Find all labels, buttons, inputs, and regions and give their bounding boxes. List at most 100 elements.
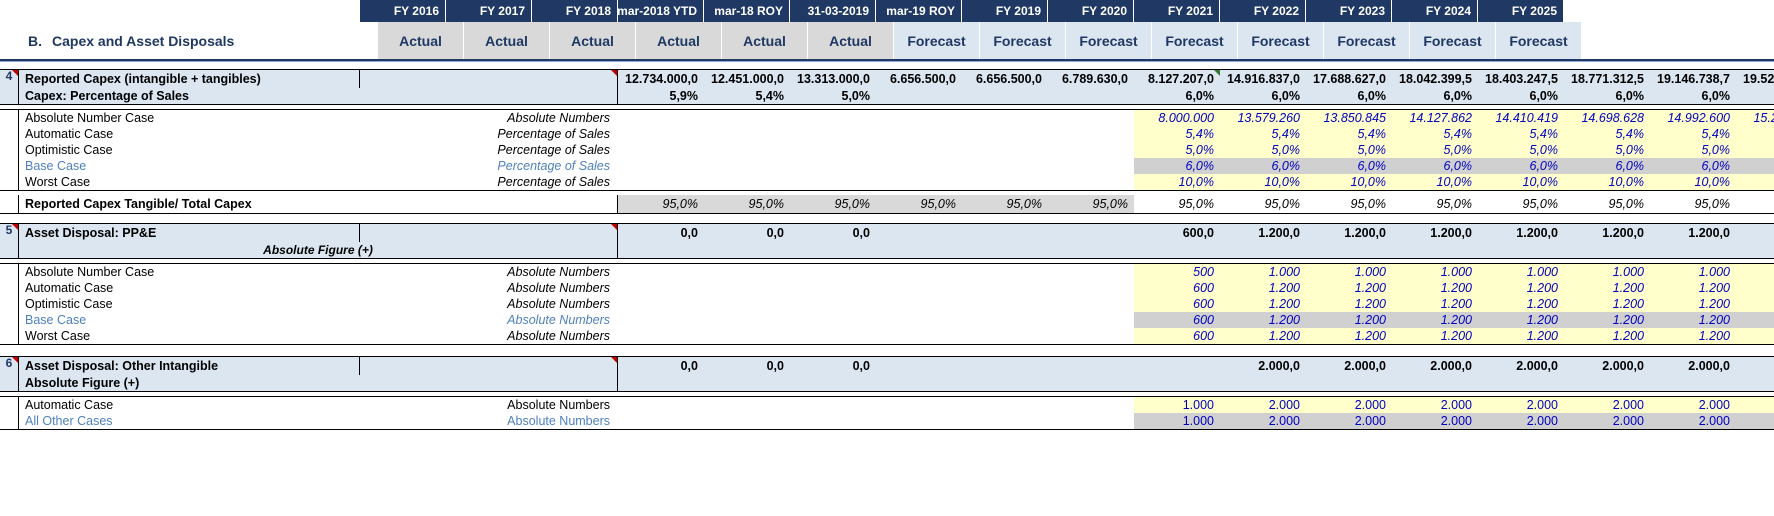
cell[interactable]: 5,4%	[1220, 126, 1306, 142]
cell[interactable]: 5,4%	[704, 88, 790, 104]
cell[interactable]: 1.200,0	[1736, 224, 1774, 242]
cell[interactable]	[1564, 375, 1650, 391]
cell[interactable]	[618, 280, 704, 296]
cell[interactable]: 1.200	[1220, 328, 1306, 344]
period-header-fy-2022[interactable]: FY 2022	[1220, 0, 1306, 22]
cell[interactable]: 1.200	[1650, 328, 1736, 344]
cell[interactable]	[1048, 174, 1134, 190]
cell[interactable]	[704, 397, 790, 413]
cell[interactable]: 2.000,0	[1392, 357, 1478, 375]
cell[interactable]	[876, 126, 962, 142]
cell[interactable]	[790, 110, 876, 126]
cell[interactable]	[1134, 357, 1220, 375]
cell[interactable]: 5,0%	[1564, 142, 1650, 158]
cell[interactable]	[1736, 242, 1774, 258]
cell[interactable]: 2.000	[1392, 397, 1478, 413]
cell[interactable]: 2.000,0	[1650, 357, 1736, 375]
cell[interactable]	[618, 158, 704, 174]
cell[interactable]: 1.200	[1564, 296, 1650, 312]
cell[interactable]: 1.000	[1564, 264, 1650, 280]
cell[interactable]: 0,0	[790, 357, 876, 375]
cell[interactable]: 2.000	[1220, 413, 1306, 429]
cell[interactable]	[876, 88, 962, 104]
cell[interactable]	[962, 242, 1048, 258]
cell[interactable]	[1048, 126, 1134, 142]
scenario-row-base-case[interactable]: Base Case Percentage of Sales 6,0% 6,0% 6,0%…	[0, 158, 1774, 174]
cell[interactable]: 6,0%	[1736, 158, 1774, 174]
cell[interactable]: 600	[1134, 280, 1220, 296]
cell[interactable]: 5,0%	[1134, 142, 1220, 158]
cell[interactable]: 600	[1134, 296, 1220, 312]
cell[interactable]: 1.000	[1220, 264, 1306, 280]
cell[interactable]: 95,0%	[1048, 195, 1134, 213]
cell[interactable]: 18.771.312,5	[1564, 70, 1650, 88]
cell[interactable]	[962, 158, 1048, 174]
cell[interactable]: 6,0%	[1220, 158, 1306, 174]
cell[interactable]: 1.000	[1478, 264, 1564, 280]
cell[interactable]: 1.000	[1392, 264, 1478, 280]
cell[interactable]: 95,0%	[876, 195, 962, 213]
cell[interactable]: 2.000	[1392, 413, 1478, 429]
cell[interactable]	[790, 280, 876, 296]
cell[interactable]: 6,0%	[1392, 158, 1478, 174]
cell[interactable]	[962, 110, 1048, 126]
cell[interactable]: 95,0%	[1478, 195, 1564, 213]
cell[interactable]	[1048, 413, 1134, 429]
cell[interactable]	[1048, 158, 1134, 174]
cell[interactable]: 5,4%	[1306, 126, 1392, 142]
scenario-label[interactable]: Base Case	[18, 312, 360, 328]
cell[interactable]	[618, 312, 704, 328]
cell[interactable]	[876, 312, 962, 328]
cell[interactable]: 5,4%	[1564, 126, 1650, 142]
period-header-fy-2020[interactable]: FY 2020	[1048, 0, 1134, 22]
cell[interactable]: 1.000	[1134, 413, 1220, 429]
cell[interactable]: 1.200	[1392, 328, 1478, 344]
scenario-label[interactable]: Worst Case	[18, 174, 360, 190]
cell[interactable]: 17.688.627,0	[1306, 70, 1392, 88]
cell[interactable]	[876, 224, 962, 242]
cell[interactable]	[618, 110, 704, 126]
cell[interactable]	[1048, 280, 1134, 296]
ratio-row-reported-capex-tangible-total-capex[interactable]: Reported Capex Tangible/ Total Capex 95,0…	[0, 195, 1774, 214]
cell[interactable]: 2.000	[1650, 397, 1736, 413]
cell[interactable]: 95,0%	[704, 195, 790, 213]
cell[interactable]: 6,0%	[1478, 158, 1564, 174]
cell[interactable]	[1048, 375, 1134, 391]
cell[interactable]: 2.000	[1306, 397, 1392, 413]
outline-level-number[interactable]: 5	[0, 224, 18, 242]
cell[interactable]: 2.000,0	[1306, 357, 1392, 375]
outline-level-number[interactable]: 4	[0, 70, 18, 88]
scenario-row-absolute-number-case[interactable]: Absolute Number Case Absolute Numbers 8.00…	[0, 110, 1774, 126]
cell[interactable]: 8.127.207,0	[1134, 70, 1220, 88]
cell[interactable]: 18.042.399,5	[1392, 70, 1478, 88]
cell[interactable]: 1.200	[1650, 296, 1736, 312]
cell[interactable]: 5,4%	[1736, 126, 1774, 142]
scenario-row-base-case[interactable]: Base Case Absolute Numbers 600 1.200 1.200 1.…	[0, 312, 1774, 328]
cell[interactable]	[1048, 264, 1134, 280]
cell[interactable]: 1.200,0	[1392, 224, 1478, 242]
cell[interactable]: 2.000,0	[1220, 357, 1306, 375]
cell[interactable]	[618, 328, 704, 344]
cell[interactable]	[1392, 375, 1478, 391]
cell[interactable]	[704, 264, 790, 280]
cell[interactable]: 95,0%	[790, 195, 876, 213]
cell[interactable]: 1.000	[1306, 264, 1392, 280]
cell[interactable]	[962, 413, 1048, 429]
cell[interactable]: 95,0%	[1564, 195, 1650, 213]
cell[interactable]: 1.200	[1478, 328, 1564, 344]
scenario-row-worst-case[interactable]: Worst Case Percentage of Sales 10,0% 10,0% 1…	[0, 174, 1774, 190]
cell[interactable]: 1.000	[1736, 264, 1774, 280]
cell[interactable]	[790, 413, 876, 429]
cell[interactable]	[704, 280, 790, 296]
scenario-label[interactable]: Automatic Case	[18, 126, 360, 142]
cell[interactable]: 0,0	[790, 224, 876, 242]
cell[interactable]: 95,0%	[1392, 195, 1478, 213]
period-header-fy-2016[interactable]: FY 2016	[360, 0, 446, 22]
period-header-fy-2024[interactable]: FY 2024	[1392, 0, 1478, 22]
cell[interactable]: 6,0%	[1564, 158, 1650, 174]
cell[interactable]: 12.734.000,0	[618, 70, 704, 88]
cell[interactable]: 1.200	[1736, 312, 1774, 328]
cell[interactable]: 5,9%	[618, 88, 704, 104]
cell[interactable]: 1.200	[1478, 296, 1564, 312]
cell[interactable]	[1478, 375, 1564, 391]
